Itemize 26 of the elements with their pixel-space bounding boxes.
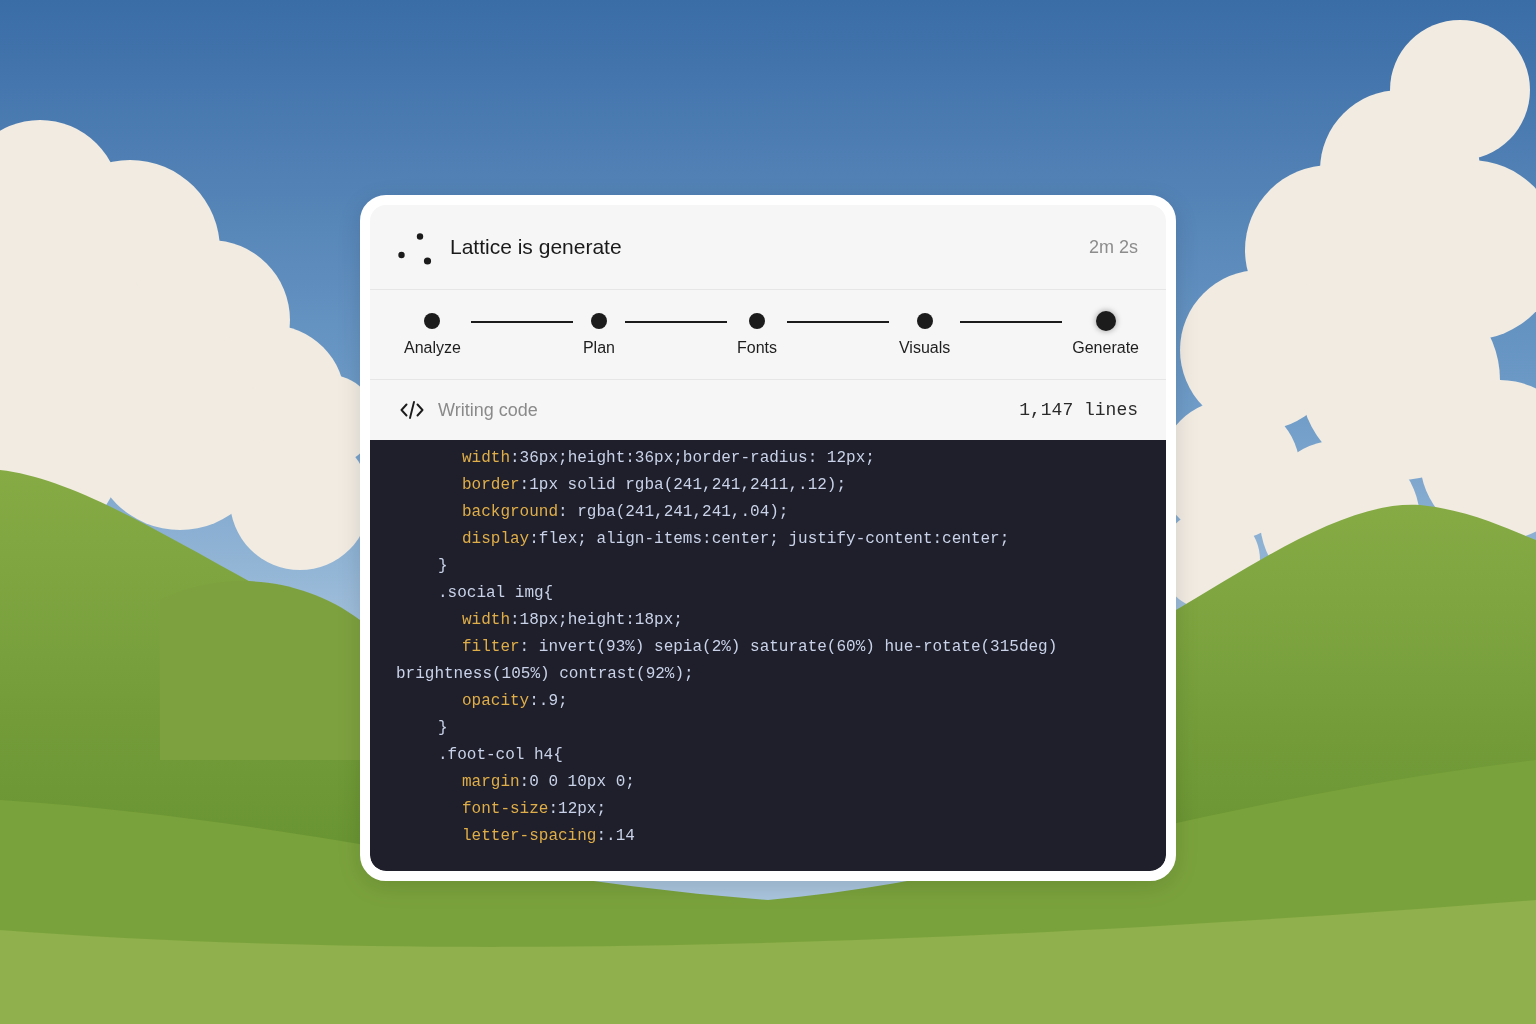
step-label: Fonts [736,339,777,357]
code-line: display:flex; align-items:center; justify-content:center; [462,529,1010,550]
code-line: .social img{ [438,583,554,604]
step-label: Plan [582,339,615,357]
step-label: Visuals [898,339,951,357]
code-line: background: rgba(241,241,241,.04); [462,502,789,523]
code-icon [400,401,424,419]
code-line: filter: invert(93%) sepia(2%) saturate(60%) hue-rotate(315deg) [462,637,1058,658]
code-line: brightness(105%) contrast(92%); [396,664,694,685]
code-line: } [438,718,448,739]
code-line: } [438,556,448,577]
code-line: border:1px solid rgba(241,241,2411,.12); [462,475,847,496]
code-line: .foot-col h4{ [438,745,563,766]
code-line: margin:0 0 10px 0; [462,772,635,793]
code-line: opacity:.9; [462,691,568,712]
code-line: font-size:12px; [462,799,607,820]
status-label: Writing code [438,399,538,421]
code-line: letter-spacing:.14 [462,826,635,847]
step-label: Generate [1072,339,1139,357]
code-line: width:36px;height:36px;border-radius: 12px; [462,448,875,469]
progress-title: Lattice is generate [450,235,622,259]
code-line: width:18px;height:18px; [462,610,683,631]
elapsed-time: 2m 2s [1088,236,1138,258]
loading-dots-icon [398,233,432,265]
line-count: 1,147 lines [1019,400,1138,420]
step-label: Analyze [404,339,461,357]
